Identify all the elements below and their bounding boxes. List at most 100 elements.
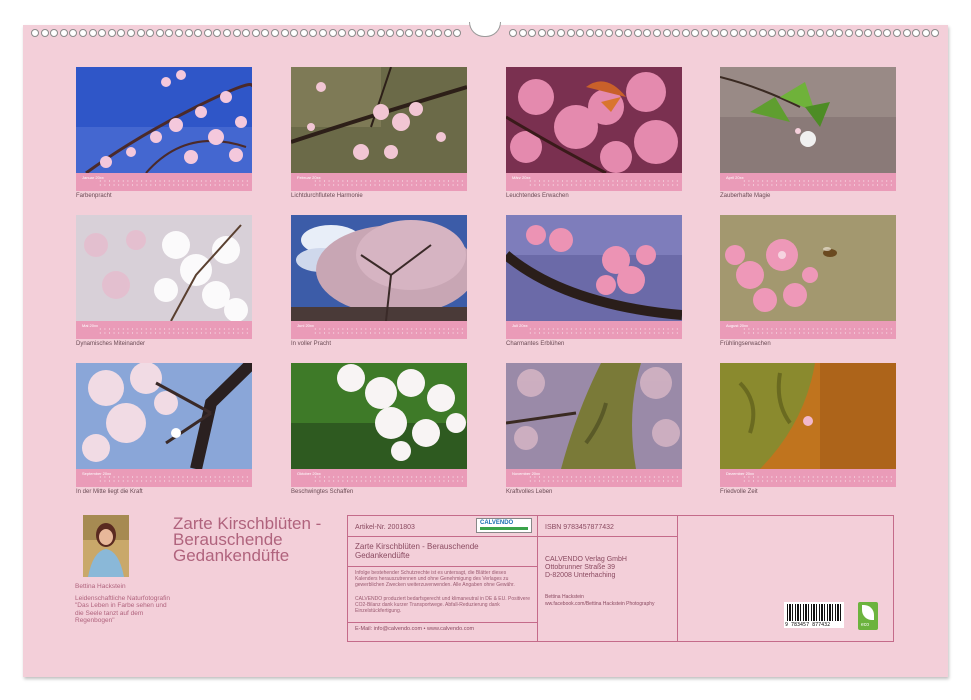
binding-hole — [547, 29, 556, 37]
month-cell-january[interactable]: Januar 20xx Farbenpracht — [76, 67, 252, 199]
calendar-strip: Dezember 20xx — [720, 469, 896, 487]
binding-hole — [710, 29, 719, 37]
month-photo — [76, 67, 252, 173]
binding-hole — [395, 29, 404, 37]
binding-hole — [232, 29, 241, 37]
binding-hole — [835, 29, 844, 37]
month-label: Juli 20xx — [512, 323, 528, 328]
photo-caption: Friedvolle Zeit — [720, 489, 758, 495]
binding-hole — [59, 29, 68, 37]
binding-hole — [806, 29, 815, 37]
binding-hole — [681, 29, 690, 37]
eco-label: eco — [861, 622, 870, 628]
binding-hole — [605, 29, 613, 37]
month-cell-december[interactable]: Dezember 20xx Friedvolle Zeit — [720, 363, 896, 495]
binding-hole — [319, 29, 327, 37]
binding-hole — [643, 29, 652, 37]
publisher-street: Ottobrunner Straße 39 — [545, 564, 616, 571]
binding-hole — [777, 29, 786, 37]
binding-hole — [271, 29, 279, 37]
binding-hole — [873, 29, 882, 37]
binding-hole — [864, 29, 873, 37]
binding-hole — [415, 29, 423, 37]
month-photo — [506, 363, 682, 469]
month-photo — [720, 67, 896, 173]
binding-hole — [845, 29, 853, 37]
binding-hole — [566, 29, 575, 37]
binding-hole — [203, 29, 212, 37]
photo-caption: Frühlingserwachen — [720, 341, 771, 347]
calendar-strip: September 20xx — [76, 469, 252, 487]
month-photo — [291, 67, 467, 173]
info-column-middle: ISBN 9783457877432 CALVENDO Verlag GmbH … — [538, 516, 678, 641]
photo-caption: Beschwingtes Schaffen — [291, 489, 354, 495]
month-label: Juni 20xx — [297, 323, 314, 328]
month-cell-july[interactable]: Juli 20xx Charmantes Erblühen — [506, 215, 682, 347]
info-column-left: Artikel-Nr. 2001803 CALVENDO Zarte Kirsc… — [348, 516, 538, 641]
binding-hole — [557, 29, 565, 37]
calendar-strip: Juni 20xx — [291, 321, 467, 339]
binding-hole — [223, 29, 231, 37]
divider — [348, 622, 537, 623]
binding-hole — [50, 29, 59, 37]
binding-hole — [797, 29, 805, 37]
binding-hole — [854, 29, 863, 37]
binding-hole — [749, 29, 757, 37]
binding-hole — [98, 29, 107, 37]
barcode-bars — [787, 604, 841, 621]
binding-hole — [662, 29, 671, 37]
binding-hole — [585, 29, 594, 37]
eco-badge: eco — [858, 602, 878, 630]
photo-caption: Leuchtendes Erwachen — [506, 193, 569, 199]
photo-caption: In der Mitte liegt die Kraft — [76, 489, 143, 495]
photo-caption: Charmantes Erblühen — [506, 341, 565, 347]
binding-hole — [357, 29, 366, 37]
binding-hole — [338, 29, 347, 37]
day-grid — [528, 475, 678, 483]
calendar-strip: November 20xx — [506, 469, 682, 487]
binding-hole — [175, 29, 183, 37]
month-cell-september[interactable]: September 20xx In der Mitte liegt die Kr… — [76, 363, 252, 495]
month-cell-august[interactable]: August 20xx Frühlingserwachen — [720, 215, 896, 347]
month-cell-june[interactable]: Juni 20xx In voller Pracht — [291, 215, 467, 347]
binding-hole — [595, 29, 604, 37]
photo-caption: Zauberhafte Magie — [720, 193, 771, 199]
month-photo — [506, 67, 682, 173]
month-photo — [720, 363, 896, 469]
photo-caption: Lichtdurchflutete Harmonie — [291, 193, 363, 199]
month-cell-april[interactable]: April 20xx Zauberhafte Magie — [720, 67, 896, 199]
binding-hole — [88, 29, 97, 37]
month-cell-november[interactable]: November 20xx Kraftvolles Leben — [506, 363, 682, 495]
binding-hole — [242, 29, 251, 37]
month-photo — [506, 215, 682, 321]
binding-hole — [893, 29, 901, 37]
binding-hole — [280, 29, 289, 37]
month-cell-february[interactable]: Februar 20xx Lichtdurchflutete Harmonie — [291, 67, 467, 199]
binding-hole — [528, 29, 537, 37]
binding-hole — [376, 29, 385, 37]
day-grid — [98, 327, 248, 335]
day-grid — [742, 327, 892, 335]
binding-hole — [453, 29, 462, 37]
divider — [348, 566, 537, 567]
calendar-strip: Juli 20xx — [506, 321, 682, 339]
divider — [348, 536, 537, 537]
binding-hole — [107, 29, 116, 37]
binding-hole — [434, 29, 443, 37]
climate-notice: CALVENDO produziert bedarfsgerecht und k… — [355, 596, 530, 614]
month-photo — [291, 363, 467, 469]
photo-caption: Dynamisches Miteinander — [76, 341, 146, 347]
binding-hole — [194, 29, 203, 37]
binding-hole — [79, 29, 87, 37]
month-cell-october[interactable]: Oktober 20xx Beschwingtes Schaffen — [291, 363, 467, 495]
day-grid — [742, 179, 892, 187]
product-info-box: Artikel-Nr. 2001803 CALVENDO Zarte Kirsc… — [347, 515, 894, 642]
author-tagline: Leidenschaftliche Naturfotografin "Das L… — [75, 594, 171, 625]
month-cell-may[interactable]: Mai 20xx Dynamisches Miteinander — [76, 215, 252, 347]
binding-hole — [443, 29, 452, 37]
month-cell-march[interactable]: März 20xx Leuchtendes Erwachen — [506, 67, 682, 199]
binding-hole — [31, 29, 39, 37]
month-photo — [76, 215, 252, 321]
binding-hole — [739, 29, 748, 37]
binding-hole — [309, 29, 318, 37]
